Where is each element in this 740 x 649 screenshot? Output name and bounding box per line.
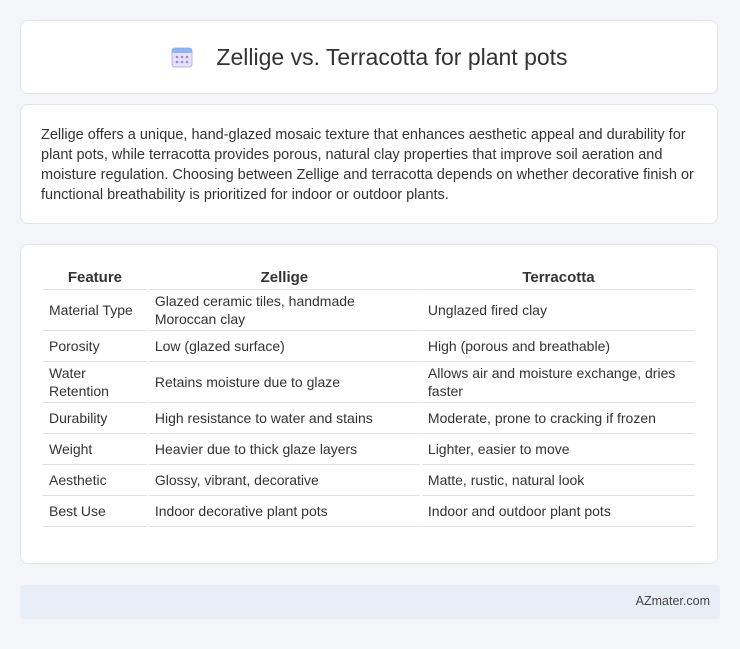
column-header-terracotta: Terracotta <box>421 263 695 290</box>
feature-cell: Material Type <box>43 290 147 331</box>
feature-cell: Aesthetic <box>43 465 147 496</box>
terracotta-cell: Unglazed fired clay <box>421 290 695 331</box>
intro-text: Zellige offers a unique, hand-glazed mos… <box>41 127 694 203</box>
feature-cell: Best Use <box>43 496 147 527</box>
terracotta-cell: Lighter, easier to move <box>421 434 695 465</box>
table-row: Material Type Glazed ceramic tiles, hand… <box>43 290 695 331</box>
zellige-cell: Glossy, vibrant, decorative <box>148 465 420 496</box>
page-title: Zellige vs. Terracotta for plant pots <box>216 43 568 70</box>
feature-cell: Porosity <box>43 331 147 362</box>
footer-bar: AZmater.com <box>20 585 720 619</box>
footer-brand: AZmater.com <box>635 594 710 608</box>
zellige-cell: Low (glazed surface) <box>148 331 420 362</box>
table-row: Weight Heavier due to thick glaze layers… <box>43 434 695 465</box>
feature-cell: Water Retention <box>43 362 147 403</box>
comparison-card: Feature Zellige Terracotta Material Type… <box>20 244 718 564</box>
column-header-zellige: Zellige <box>148 263 420 290</box>
feature-cell: Weight <box>43 434 147 465</box>
table-row: Aesthetic Glossy, vibrant, decorative Ma… <box>43 465 695 496</box>
intro-card: Zellige offers a unique, hand-glazed mos… <box>20 104 718 224</box>
table-row: Durability High resistance to water and … <box>43 403 695 434</box>
title-card: Zellige vs. Terracotta for plant pots <box>20 20 718 94</box>
table-header-row: Feature Zellige Terracotta <box>43 263 695 290</box>
terracotta-cell: High (porous and breathable) <box>421 331 695 362</box>
zellige-cell: High resistance to water and stains <box>148 403 420 434</box>
zellige-cell: Glazed ceramic tiles, handmade Moroccan … <box>148 290 420 331</box>
calendar-grid-icon <box>171 47 193 68</box>
terracotta-cell: Indoor and outdoor plant pots <box>421 496 695 527</box>
terracotta-cell: Matte, rustic, natural look <box>421 465 695 496</box>
comparison-table: Feature Zellige Terracotta Material Type… <box>41 263 697 527</box>
column-header-feature: Feature <box>43 263 147 290</box>
zellige-cell: Heavier due to thick glaze layers <box>148 434 420 465</box>
table-row: Water Retention Retains moisture due to … <box>43 362 695 403</box>
terracotta-cell: Moderate, prone to cracking if frozen <box>421 403 695 434</box>
feature-cell: Durability <box>43 403 147 434</box>
terracotta-cell: Allows air and moisture exchange, dries … <box>421 362 695 403</box>
table-row: Porosity Low (glazed surface) High (poro… <box>43 331 695 362</box>
zellige-cell: Retains moisture due to glaze <box>148 362 420 403</box>
table-row: Best Use Indoor decorative plant pots In… <box>43 496 695 527</box>
zellige-cell: Indoor decorative plant pots <box>148 496 420 527</box>
